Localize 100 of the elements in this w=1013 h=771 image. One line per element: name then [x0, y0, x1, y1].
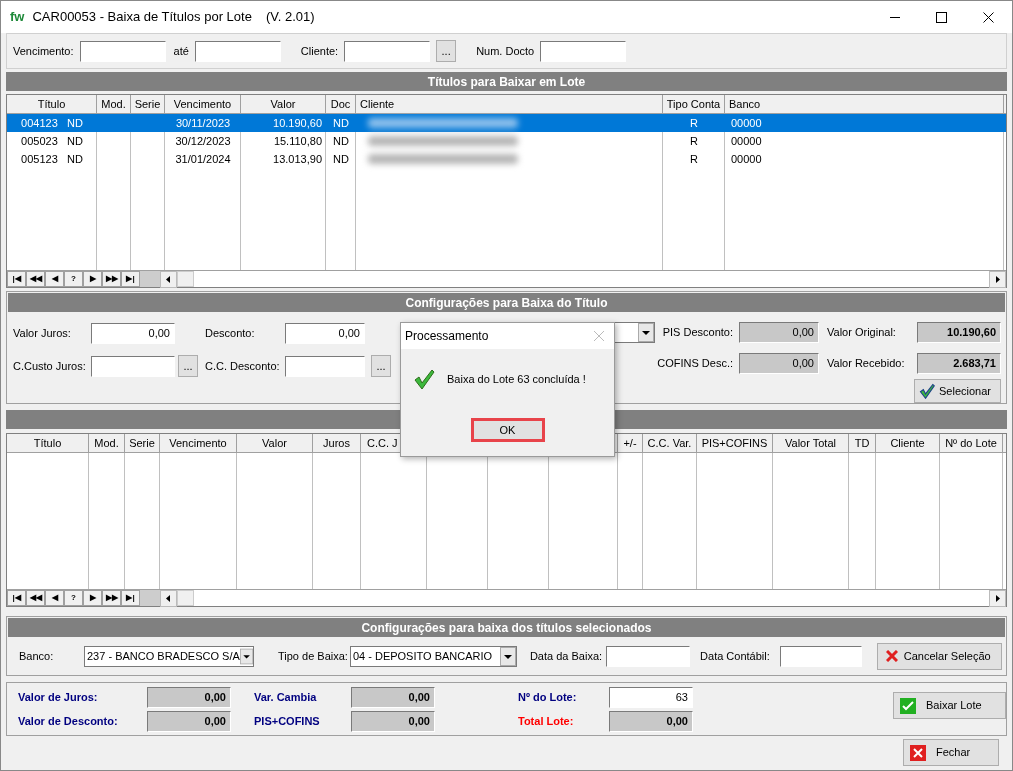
input-field[interactable]	[540, 40, 627, 62]
navigator-button[interactable]: |◀	[7, 590, 26, 606]
field-label: PIS Desconto:	[662, 324, 733, 340]
input-field[interactable]	[194, 40, 281, 62]
field-label: Tipo de Baixa:	[277, 648, 349, 664]
table-cell-text: 00000	[731, 115, 762, 131]
scroll-thumb[interactable]	[177, 590, 194, 606]
caret-icon	[638, 323, 654, 342]
field-label: Valor Original:	[826, 324, 897, 340]
table-cell-text: 00000	[731, 133, 762, 149]
column-header[interactable]: Mod.	[97, 95, 131, 113]
column-header[interactable]: C.C. Var.	[643, 434, 697, 452]
navigator-button[interactable]: ◀◀	[26, 271, 45, 287]
table-cell-text: 00000	[731, 151, 762, 167]
navigator-button[interactable]: ◀	[45, 590, 64, 606]
table-cell-text: ND	[333, 133, 349, 149]
readonly-field: 0,00	[739, 352, 819, 374]
table-cell-text: 15.110,80	[273, 133, 322, 149]
dropdown-value: 237 - BANCO BRADESCO S/A	[87, 648, 240, 664]
column-header[interactable]: Serie	[125, 434, 160, 452]
column-header[interactable]: Mod.	[89, 434, 125, 452]
column-header[interactable]: Valor	[241, 95, 326, 113]
navigator-button[interactable]: ▶▶	[102, 271, 121, 287]
close-icon	[594, 331, 604, 341]
readonly-field: 0,00	[739, 321, 819, 343]
navigator-button[interactable]: ▶|	[121, 271, 140, 287]
column-header[interactable]: PIS+COFINS	[697, 434, 773, 452]
column-header[interactable]: Título	[7, 95, 97, 113]
table-cell-text: 13.013,90	[273, 151, 322, 167]
section-header: Títulos para Baixar em Lote	[6, 72, 1007, 91]
column-header[interactable]: Cliente	[876, 434, 940, 452]
column-header[interactable]: Serie	[131, 95, 165, 113]
dropdown[interactable]: 237 - BANCO BRADESCO S/A	[84, 645, 254, 667]
version-label: (V. 2.01)	[265, 8, 315, 27]
caret-icon	[499, 646, 516, 666]
navigator-button[interactable]: ▶|	[121, 590, 140, 606]
close-icon	[910, 744, 926, 761]
navigator-button[interactable]: ◀◀	[26, 590, 45, 606]
table-cell-text: 005123 ND	[21, 151, 83, 167]
input-field[interactable]: 0,00	[285, 322, 365, 344]
scroll-left-icon	[160, 590, 177, 607]
table-cell-text: 30/12/2023	[175, 133, 231, 149]
navigator-button[interactable]: ?	[64, 271, 83, 287]
column-header[interactable]: Título	[7, 434, 89, 452]
input-field[interactable]: 0,00	[91, 322, 175, 344]
lookup-button[interactable]: ...	[436, 40, 457, 62]
dropdown[interactable]	[613, 322, 655, 343]
table-row[interactable]: 004123 ND 30/11/2023 10.190,60 ND R 00000	[7, 114, 1006, 132]
ok-button[interactable]: OK	[470, 418, 545, 442]
column-header[interactable]: +/-	[618, 434, 643, 452]
navigator-button[interactable]: ▶	[83, 590, 102, 606]
column-header[interactable]: Cliente	[356, 95, 663, 113]
batch-button[interactable]: Baixar Lote	[893, 692, 1006, 719]
table-row[interactable]: 005023 ND 30/12/2023 15.110,80 ND R 00000	[7, 132, 1006, 150]
check-icon	[413, 368, 435, 390]
close-button[interactable]: Fechar	[903, 739, 999, 766]
input-field[interactable]	[606, 645, 691, 667]
column-header[interactable]: Valor	[237, 434, 313, 452]
column-header[interactable]: Banco	[725, 95, 1004, 113]
navigator-button[interactable]: ◀	[45, 271, 64, 287]
input-field[interactable]: 63	[609, 687, 693, 708]
column-header[interactable]: Vencimento	[165, 95, 241, 113]
dropdown[interactable]: 04 - DEPOSITO BANCARIO	[349, 645, 517, 667]
column-header[interactable]: Doc	[326, 95, 356, 113]
column-header[interactable]: TD	[849, 434, 876, 452]
navigator-button[interactable]: ?	[64, 590, 83, 606]
column-header[interactable]: Tipo Conta	[663, 95, 725, 113]
select-button[interactable]: Selecionar	[914, 379, 1001, 403]
table-cell-text: R	[690, 151, 698, 167]
window-title: CAR00053 - Baixa de Títulos por Lote	[32, 8, 252, 27]
column-header[interactable]: Valor Total	[773, 434, 849, 452]
check-icon	[919, 383, 935, 399]
readonly-field: 0,00	[351, 711, 435, 732]
lookup-button[interactable]: ...	[371, 355, 391, 377]
input-field[interactable]	[285, 355, 365, 377]
scroll-thumb[interactable]	[177, 271, 194, 287]
table-cell-text: 30/11/2023	[175, 115, 231, 131]
field-label: Num. Docto	[476, 43, 535, 59]
cancel-selection-button[interactable]: Cancelar Seleção	[876, 642, 1002, 670]
check-icon	[900, 697, 916, 714]
navigator-button[interactable]: |◀	[7, 271, 26, 287]
field-label: Valor de Desconto:	[18, 714, 119, 730]
table-cell-text: R	[690, 133, 698, 149]
table-cell-text: 005023 ND	[21, 133, 83, 149]
navigator-button[interactable]: ▶	[83, 271, 102, 287]
field-label: C.Custo Juros:	[13, 358, 87, 374]
input-field[interactable]	[779, 645, 862, 667]
field-label: PIS+COFINS	[254, 714, 321, 730]
dropdown-value: 04 - DEPOSITO BANCARIO	[352, 648, 494, 664]
column-header[interactable]: Nº do Lote	[940, 434, 1003, 452]
input-field[interactable]	[79, 40, 166, 62]
navigator-button[interactable]: ▶▶	[102, 590, 121, 606]
column-header[interactable]: Juros	[313, 434, 361, 452]
input-field[interactable]	[91, 355, 175, 377]
column-header[interactable]: Vencimento	[160, 434, 237, 452]
table-cell-text: ND	[333, 115, 349, 131]
readonly-field: 0,00	[351, 687, 435, 708]
table-row[interactable]: 005123 ND 31/01/2024 13.013,90 ND R 00000	[7, 150, 1006, 168]
input-field[interactable]	[344, 40, 431, 62]
lookup-button[interactable]: ...	[178, 355, 198, 377]
